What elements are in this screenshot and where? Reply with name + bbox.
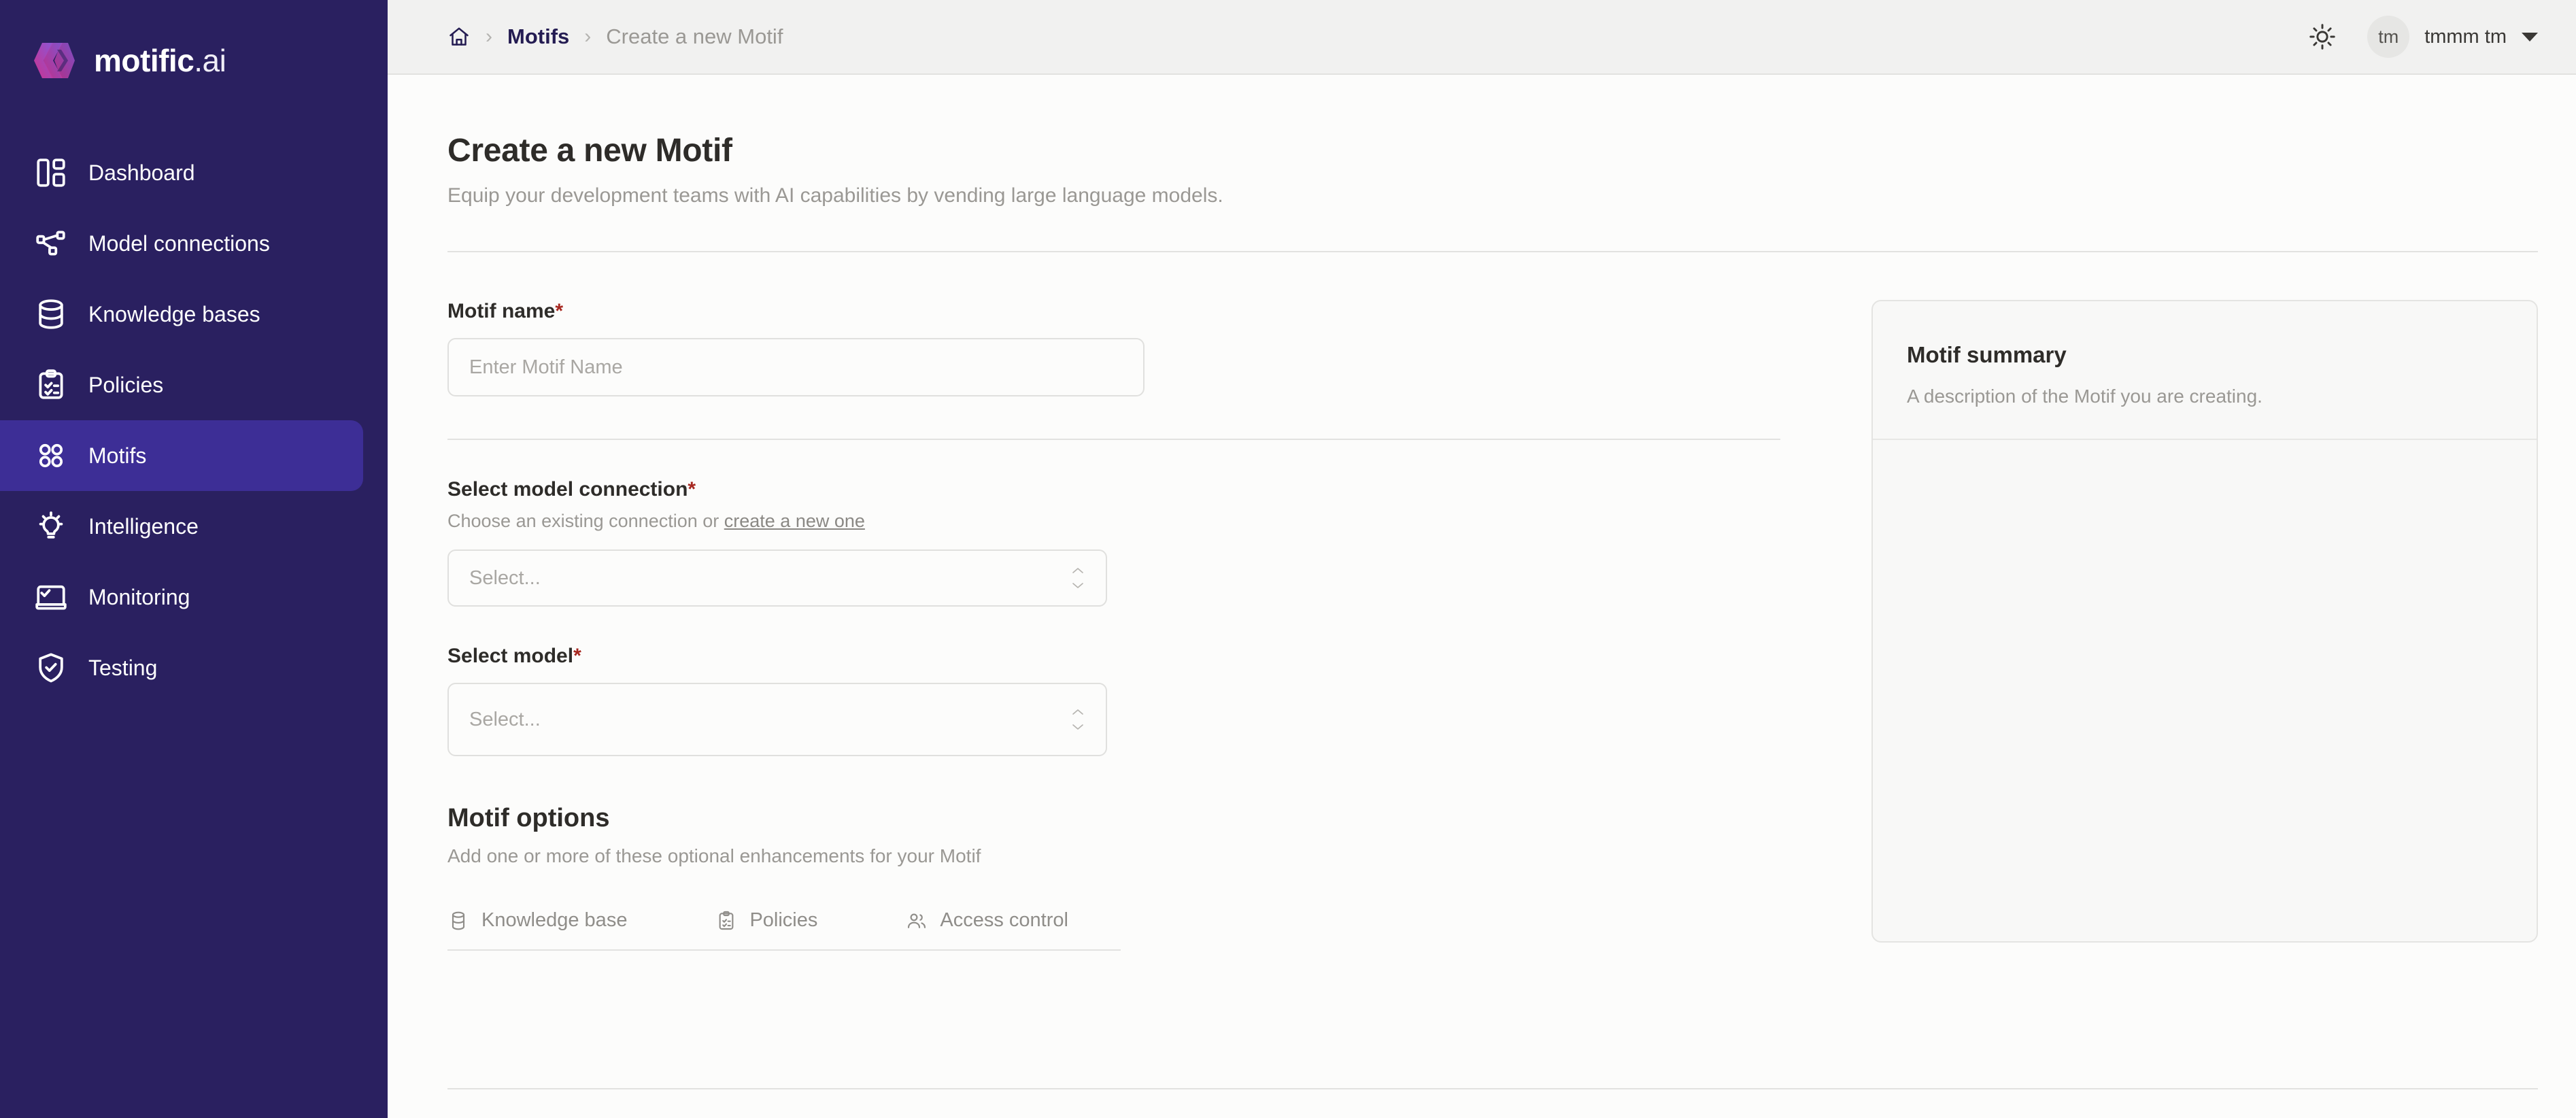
user-menu[interactable]: tm tmmm tm [2367,16,2538,58]
motif-name-label: Motif name* [447,300,1780,323]
sidebar-item-label: Motifs [88,443,147,468]
model-connection-select[interactable]: Select... [447,549,1107,607]
database-icon [447,910,469,932]
sidebar: motific.ai Dashboard Model connections K… [0,0,388,1118]
motif-options-subtitle: Add one or more of these optional enhanc… [447,845,981,866]
required-asterisk: * [555,300,564,322]
field-divider [447,439,1780,440]
topbar-actions: tm tmmm tm [2307,16,2538,58]
brand-wordmark: motific.ai [94,42,226,79]
sidebar-item-label: Policies [88,372,164,397]
tab-label: Access control [940,909,1068,931]
tab-label: Policies [749,909,818,931]
breadcrumb-separator: › [486,25,492,48]
motif-name-input[interactable] [447,338,1145,396]
database-icon [34,297,68,331]
layout-dashboard-icon [34,156,68,190]
model-connection-field-group: Select model connection* Choose an exist… [447,478,1780,607]
model-field-group: Select model* Select... [447,645,1780,756]
breadcrumb-link-motifs[interactable]: Motifs [507,24,569,49]
sidebar-item-monitoring[interactable]: Monitoring [0,562,363,632]
motif-options-title: Motif options [447,804,610,832]
app-root: motific.ai Dashboard Model connections K… [0,0,2576,1118]
footer-divider [447,1088,2538,1089]
required-asterisk: * [688,478,696,501]
chevron-down-icon[interactable] [2522,32,2538,41]
monitor-check-icon [34,580,68,614]
page-subtitle: Equip your development teams with AI cap… [447,184,1223,207]
sidebar-item-model-connections[interactable]: Model connections [0,208,363,279]
model-connection-help: Choose an existing connection or create … [447,511,1780,532]
sidebar-item-label: Model connections [88,231,270,256]
breadcrumb-separator: › [584,25,592,48]
tab-label: Knowledge base [481,909,628,931]
home-icon[interactable] [447,25,471,48]
sidebar-item-motifs[interactable]: Motifs [0,420,363,491]
tab-knowledge-base[interactable]: Knowledge base [447,909,627,932]
chevron-up-down-icon [1070,566,1085,590]
model-select-value: Select... [469,708,541,730]
lightbulb-icon [34,509,68,543]
motif-summary-description: A description of the Motif you are creat… [1907,386,2263,407]
motif-summary-card: Motif summary A description of the Motif… [1871,300,2538,943]
sidebar-item-intelligence[interactable]: Intelligence [0,491,363,562]
topbar: › Motifs › Create a new Motif tm tmmm tm [388,0,2576,75]
sidebar-item-dashboard[interactable]: Dashboard [0,137,363,208]
chevron-up-down-icon [1070,708,1085,731]
user-name: tmmm tm [2424,25,2507,48]
tab-access-control[interactable]: Access control [906,909,1068,932]
page-title: Create a new Motif [447,133,732,169]
sidebar-item-label: Intelligence [88,513,199,539]
network-nodes-icon [34,226,68,260]
sidebar-item-knowledge-bases[interactable]: Knowledge bases [0,279,363,350]
sidebar-item-label: Knowledge bases [88,301,260,326]
model-connection-label: Select model connection* [447,478,1780,501]
motific-hexagon-logo-icon [33,39,76,82]
model-label-text: Select model [447,645,574,667]
model-label: Select model* [447,645,1780,668]
brand-name-bold: motific [94,43,194,78]
sidebar-item-policies[interactable]: Policies [0,350,363,420]
main-area: › Motifs › Create a new Motif tm tmmm tm… [388,0,2576,1118]
create-new-connection-link[interactable]: create a new one [724,511,865,531]
form-column: Motif name* Select model connection* Cho… [447,300,1780,951]
motif-options-tabs: Knowledge base Policies Access control [447,909,1121,951]
avatar: tm [2367,16,2410,58]
sidebar-item-label: Testing [88,655,158,680]
breadcrumb-current: Create a new Motif [606,24,783,48]
motif-summary-body [1873,440,2537,941]
motif-summary-header: Motif summary A description of the Motif… [1873,301,2537,440]
model-select[interactable]: Select... [447,683,1107,756]
clipboard-check-icon [34,368,68,402]
page-header: Create a new Motif Equip your developmen… [447,75,2538,207]
users-icon [906,910,928,932]
four-circles-icon [34,439,68,473]
model-connection-help-text: Choose an existing connection or [447,511,724,531]
sidebar-item-testing[interactable]: Testing [0,632,363,703]
sidebar-nav: Dashboard Model connections Knowledge ba… [0,137,388,703]
model-connection-label-text: Select model connection [447,478,688,501]
form-columns: Motif name* Select model connection* Cho… [447,252,2538,951]
sidebar-item-label: Dashboard [88,160,195,185]
brand-logo[interactable]: motific.ai [0,0,388,88]
model-connection-select-value: Select... [469,566,541,589]
sidebar-item-label: Monitoring [88,584,190,609]
motif-name-field-group: Motif name* [447,300,1780,396]
required-asterisk: * [573,645,581,667]
page-content: Create a new Motif Equip your developmen… [388,75,2576,1118]
breadcrumb: › Motifs › Create a new Motif [447,24,783,49]
summary-column: Motif summary A description of the Motif… [1780,300,2538,951]
shield-check-icon [34,651,68,685]
motif-name-label-text: Motif name [447,300,556,322]
sun-icon[interactable] [2307,22,2337,52]
motif-summary-title: Motif summary [1907,342,2067,367]
tab-policies[interactable]: Policies [715,909,817,932]
clipboard-check-icon [715,910,737,932]
brand-name-light: .ai [194,43,226,78]
motif-options-section: Motif options Add one or more of these o… [447,804,1780,951]
